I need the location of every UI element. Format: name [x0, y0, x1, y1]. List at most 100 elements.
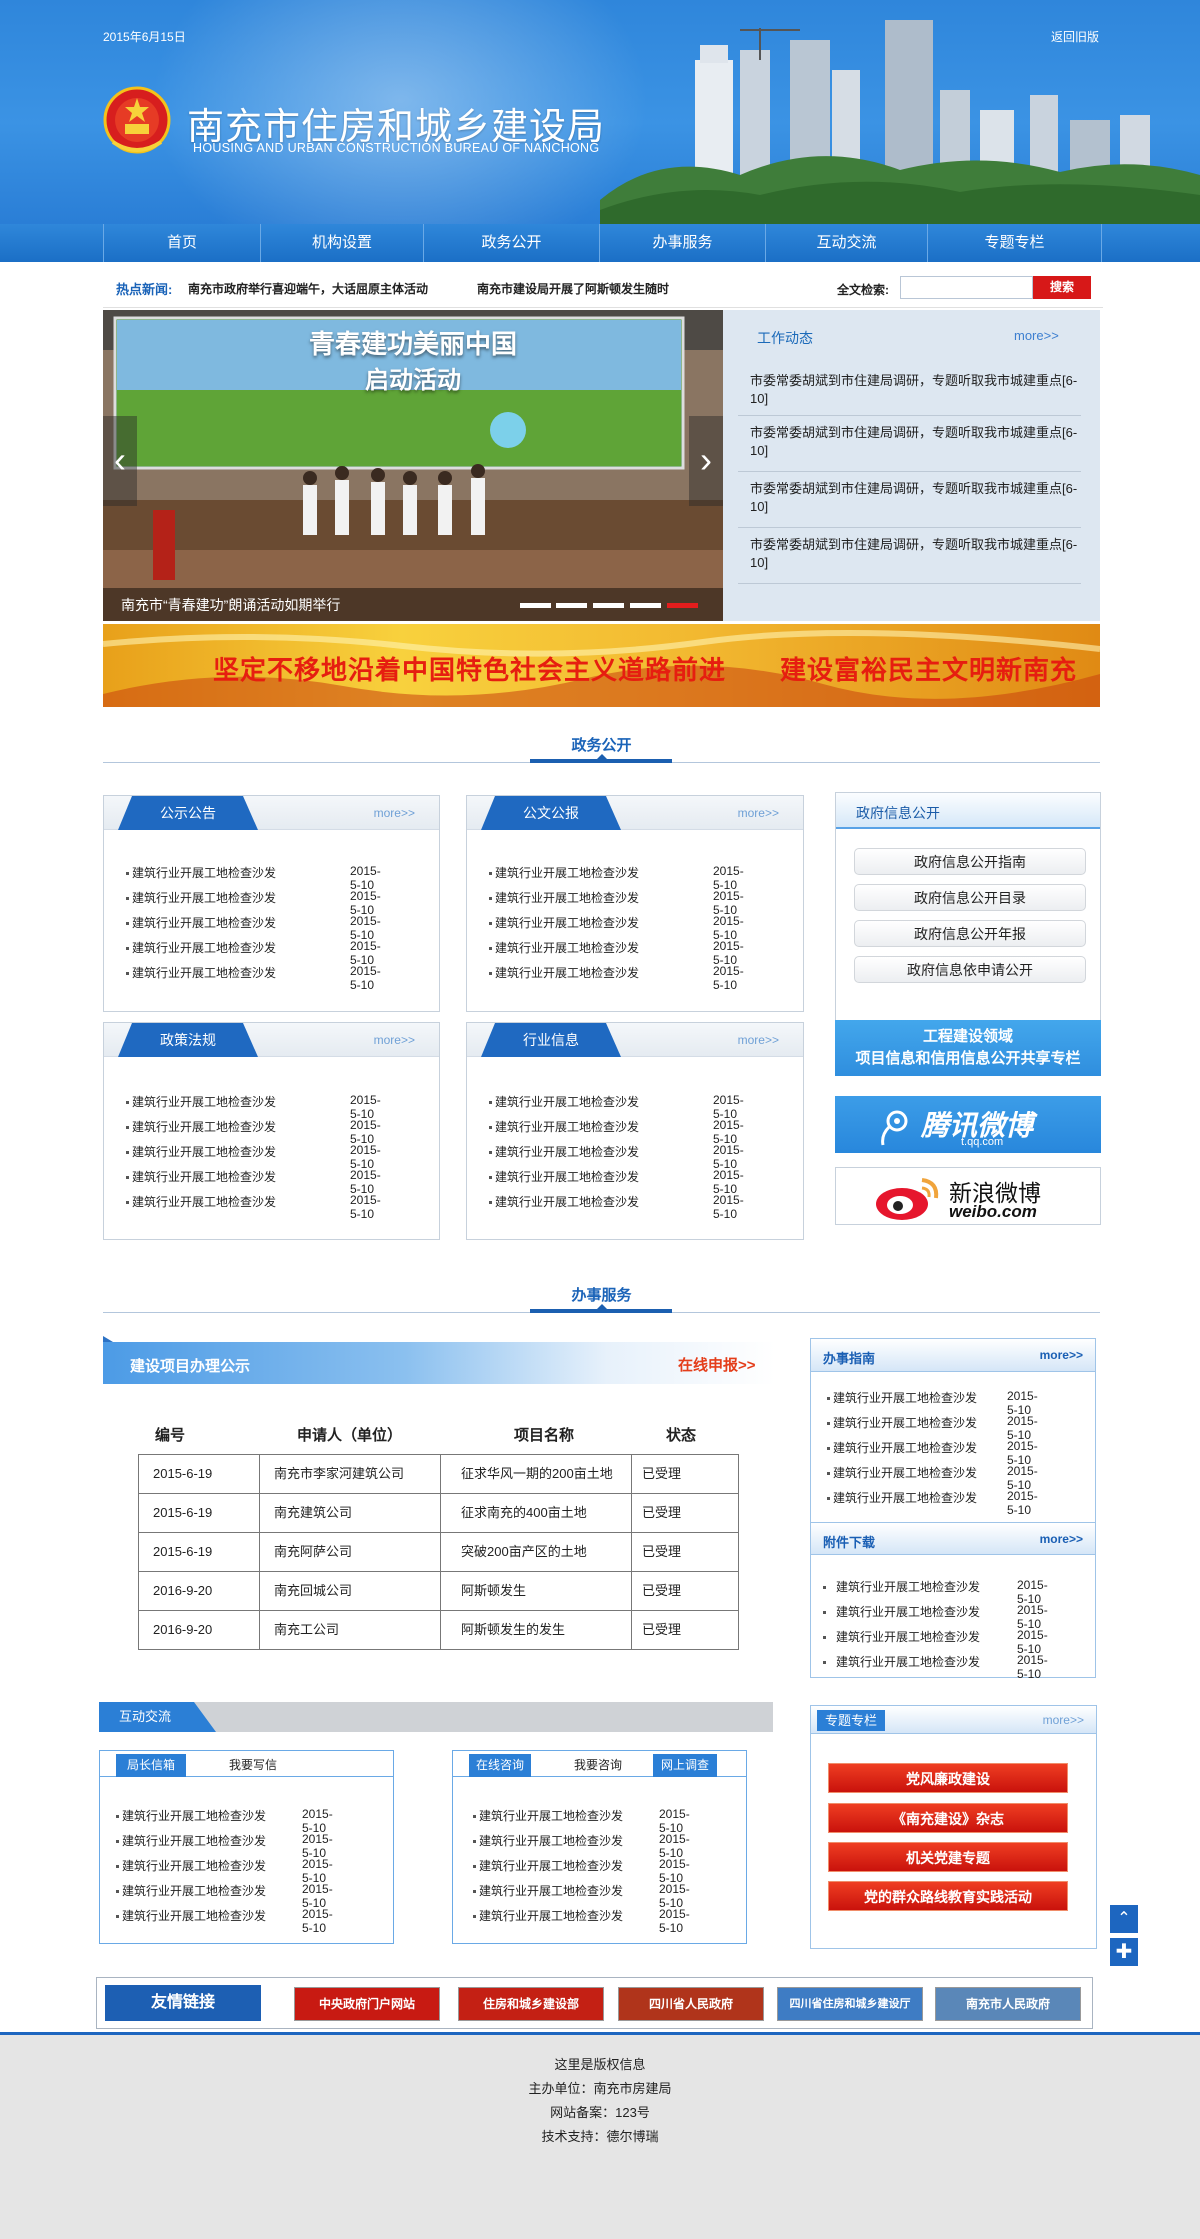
hot-news-item[interactable]: 南充市政府举行喜迎端午，大话屈原主体活动: [188, 280, 428, 297]
list-item[interactable]: 建筑行业开展工地检查沙发 2015-5-10: [489, 889, 744, 917]
list-item[interactable]: 建筑行业开展工地检查沙发 2015-5-10: [116, 1857, 333, 1885]
document-box-tab[interactable]: 公文公报: [481, 796, 621, 830]
policy-box-tab[interactable]: 政策法规: [118, 1023, 258, 1057]
list-item[interactable]: 建筑行业开展工地检查沙发 2015-5-10: [827, 1489, 1038, 1517]
news-slideshow[interactable]: 青春建功美丽中国 启动活动 ‹ › 南充市“青春建功”朗诵活动如期举行: [103, 310, 723, 621]
slide-dot[interactable]: [520, 603, 551, 608]
project-info-button[interactable]: 工程建设领域 项目信息和信用信息公开共享专栏: [835, 1020, 1101, 1076]
industry-box-tab[interactable]: 行业信息: [481, 1023, 621, 1057]
list-item[interactable]: 建筑行业开展工地检查沙发 2015-5-10: [126, 1193, 381, 1221]
expand-button[interactable]: ✚: [1110, 1938, 1138, 1966]
list-item[interactable]: 建筑行业开展工地检查沙发 2015-5-10: [827, 1464, 1038, 1492]
tab-write-letter[interactable]: 我要写信: [218, 1754, 288, 1777]
link-sichuan-gov[interactable]: 四川省人民政府: [618, 1987, 764, 2021]
list-item[interactable]: 建筑行业开展工地检查沙发 2015-5-10: [489, 964, 744, 992]
list-item[interactable]: 建筑行业开展工地检查沙发 2015-5-10: [489, 1093, 744, 1121]
topics-more-link[interactable]: more>>: [1043, 1713, 1084, 1727]
list-item[interactable]: 建筑行业开展工地检查沙发 2015-5-10: [489, 1193, 744, 1221]
hot-news-item[interactable]: 南充市建设局开展了阿斯顿发生随时: [477, 280, 669, 297]
policy-box-more-link[interactable]: more>>: [374, 1033, 415, 1047]
nav-item-gov-affairs[interactable]: 政务公开: [423, 224, 599, 262]
gov-info-report-button[interactable]: 政府信息公开年报: [854, 920, 1086, 947]
list-item[interactable]: 建筑行业开展工地检查沙发 2015-5-10: [126, 1168, 381, 1196]
work-news-more-link[interactable]: more>>: [1014, 328, 1059, 343]
list-item[interactable]: 建筑行业开展工地检查沙发 2015-5-10: [489, 914, 744, 942]
list-item[interactable]: 建筑行业开展工地检查沙发 2015-5-10: [823, 1653, 1048, 1681]
list-item[interactable]: 建筑行业开展工地检查沙发 2015-5-10: [823, 1628, 1048, 1656]
list-item[interactable]: 建筑行业开展工地检查沙发 2015-5-10: [827, 1439, 1038, 1467]
tab-ask-question[interactable]: 我要咨询: [563, 1754, 633, 1777]
search-button[interactable]: 搜索: [1033, 276, 1091, 299]
list-item[interactable]: 建筑行业开展工地检查沙发 2015-5-10: [126, 964, 381, 992]
list-item[interactable]: 建筑行业开展工地检查沙发 2015-5-10: [823, 1603, 1048, 1631]
list-item[interactable]: 建筑行业开展工地检查沙发 2015-5-10: [116, 1907, 333, 1935]
notice-box-more-link[interactable]: more>>: [374, 806, 415, 820]
topic-magazine-button[interactable]: 《南充建设》杂志: [828, 1803, 1068, 1833]
nav-item-organization[interactable]: 机构设置: [260, 224, 423, 262]
gov-info-catalog-button[interactable]: 政府信息公开目录: [854, 884, 1086, 911]
list-item[interactable]: 建筑行业开展工地检查沙发 2015-5-10: [823, 1578, 1048, 1606]
work-news-item[interactable]: 市委常委胡斌到市住建局调研，专题听取我市城建重点[6-10]: [738, 472, 1081, 528]
list-item[interactable]: 建筑行业开展工地检查沙发 2015-5-10: [473, 1807, 690, 1835]
slide-prev-button[interactable]: ‹: [103, 416, 137, 506]
list-item[interactable]: 建筑行业开展工地检查沙发 2015-5-10: [473, 1882, 690, 1910]
list-item[interactable]: 建筑行业开展工地检查沙发 2015-5-10: [116, 1807, 333, 1835]
list-item[interactable]: 建筑行业开展工地检查沙发 2015-5-10: [126, 939, 381, 967]
link-nanchong-gov[interactable]: 南充市人民政府: [935, 1987, 1081, 2021]
document-box-more-link[interactable]: more>>: [738, 806, 779, 820]
gov-info-guide-button[interactable]: 政府信息公开指南: [854, 848, 1086, 875]
list-item[interactable]: 建筑行业开展工地检查沙发 2015-5-10: [126, 1118, 381, 1146]
tab-online-survey[interactable]: 网上调查: [653, 1754, 717, 1777]
topic-party-building-button[interactable]: 机关党建专题: [828, 1842, 1068, 1872]
list-item[interactable]: 建筑行业开展工地检查沙发 2015-5-10: [473, 1857, 690, 1885]
list-item[interactable]: 建筑行业开展工地检查沙发 2015-5-10: [489, 1168, 744, 1196]
list-item[interactable]: 建筑行业开展工地检查沙发 2015-5-10: [827, 1414, 1038, 1442]
nav-item-topics[interactable]: 专题专栏: [927, 224, 1102, 262]
list-item[interactable]: 建筑行业开展工地检查沙发 2015-5-10: [126, 864, 381, 892]
nav-item-interaction[interactable]: 互动交流: [765, 224, 927, 262]
old-version-link[interactable]: 返回旧版: [1051, 28, 1099, 45]
tab-mayor-mailbox[interactable]: 局长信箱: [116, 1754, 186, 1777]
back-to-top-button[interactable]: ⌃: [1110, 1905, 1138, 1933]
project-info-line1: 工程建设领域: [922, 1028, 1013, 1045]
topic-anti-corruption-button[interactable]: 党风廉政建设: [828, 1763, 1068, 1793]
list-item[interactable]: 建筑行业开展工地检查沙发 2015-5-10: [126, 914, 381, 942]
sina-weibo-link[interactable]: 新浪微博 weibo.com: [835, 1167, 1101, 1225]
search-input[interactable]: [900, 276, 1033, 299]
tab-online-consult[interactable]: 在线咨询: [469, 1754, 531, 1777]
guide-more-link[interactable]: more>>: [1040, 1348, 1083, 1362]
link-sichuan-housing[interactable]: 四川省住房和城乡建设厅: [777, 1987, 923, 2021]
list-item[interactable]: 建筑行业开展工地检查沙发 2015-5-10: [116, 1882, 333, 1910]
notice-box-tab[interactable]: 公示公告: [118, 796, 258, 830]
list-item[interactable]: 建筑行业开展工地检查沙发 2015-5-10: [473, 1832, 690, 1860]
list-item[interactable]: 建筑行业开展工地检查沙发 2015-5-10: [489, 864, 744, 892]
gov-info-apply-button[interactable]: 政府信息依申请公开: [854, 956, 1086, 983]
list-item[interactable]: 建筑行业开展工地检查沙发 2015-5-10: [489, 1118, 744, 1146]
list-item[interactable]: 建筑行业开展工地检查沙发 2015-5-10: [489, 1143, 744, 1171]
list-item[interactable]: 建筑行业开展工地检查沙发 2015-5-10: [473, 1907, 690, 1935]
work-news-item[interactable]: 市委常委胡斌到市住建局调研，专题听取我市城建重点[6-10]: [738, 416, 1081, 472]
link-central-gov[interactable]: 中央政府门户网站: [294, 1987, 440, 2021]
nav-item-home[interactable]: 首页: [103, 224, 260, 262]
list-item[interactable]: 建筑行业开展工地检查沙发 2015-5-10: [126, 889, 381, 917]
work-news-item[interactable]: 市委常委胡斌到市住建局调研，专题听取我市城建重点[6-10]: [738, 364, 1081, 416]
nav-item-services[interactable]: 办事服务: [599, 224, 765, 262]
slide-dot[interactable]: [630, 603, 661, 608]
list-item[interactable]: 建筑行业开展工地检查沙发 2015-5-10: [126, 1093, 381, 1121]
list-item[interactable]: 建筑行业开展工地检查沙发 2015-5-10: [489, 939, 744, 967]
slide-dot[interactable]: [556, 603, 587, 608]
online-apply-link[interactable]: 在线申报>>: [678, 1354, 756, 1375]
slide-dot-active[interactable]: [667, 603, 698, 608]
work-news-item[interactable]: 市委常委胡斌到市住建局调研，专题听取我市城建重点[6-10]: [738, 528, 1081, 584]
tencent-weibo-link[interactable]: 腾讯微博 t.qq.com: [835, 1096, 1101, 1153]
slide-next-button[interactable]: ›: [689, 416, 723, 506]
list-item[interactable]: 建筑行业开展工地检查沙发 2015-5-10: [126, 1143, 381, 1171]
download-more-link[interactable]: more>>: [1040, 1532, 1083, 1546]
list-item[interactable]: 建筑行业开展工地检查沙发 2015-5-10: [827, 1389, 1038, 1417]
list-item[interactable]: 建筑行业开展工地检查沙发 2015-5-10: [116, 1832, 333, 1860]
topic-mass-line-button[interactable]: 党的群众路线教育实践活动: [828, 1881, 1068, 1911]
link-mohurd[interactable]: 住房和城乡建设部: [458, 1987, 604, 2021]
slide-dot[interactable]: [593, 603, 624, 608]
industry-box-more-link[interactable]: more>>: [738, 1033, 779, 1047]
interaction-title: 互动交流: [99, 1702, 216, 1732]
